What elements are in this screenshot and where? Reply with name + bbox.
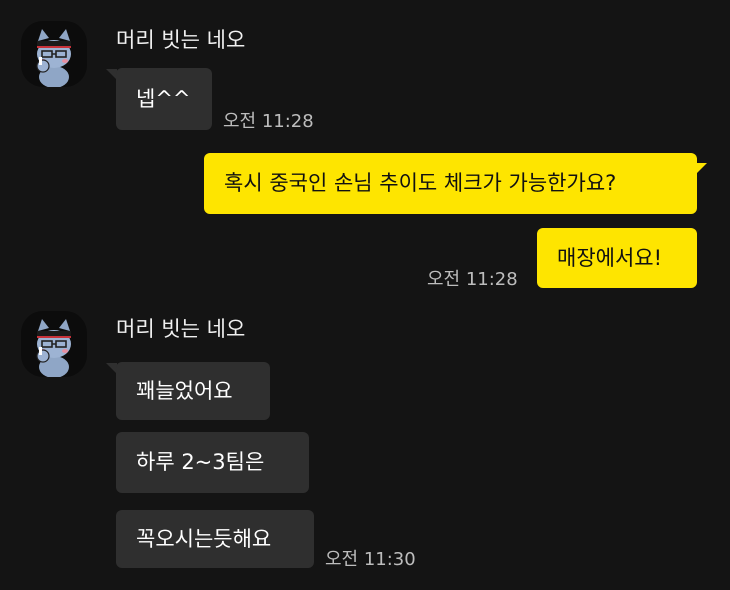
neo-character-avatar-icon: [36, 319, 71, 377]
sender-name: 머리 빗는 네오: [116, 28, 246, 52]
sender-avatar[interactable]: [21, 21, 87, 87]
message-timestamp: 오전 11:28: [223, 111, 314, 132]
message-bubble[interactable]: 꽤늘었어요: [116, 362, 270, 420]
message-bubble[interactable]: 하루 2~3팀은: [116, 432, 309, 493]
sender-name: 머리 빗는 네오: [116, 317, 246, 341]
neo-character-avatar-icon: [36, 29, 71, 87]
message-bubble[interactable]: 매장에서요!: [537, 228, 697, 288]
message-timestamp: 오전 11:30: [325, 549, 416, 570]
message-bubble[interactable]: 꼭오시는듯해요: [116, 510, 314, 568]
sender-avatar[interactable]: [21, 311, 87, 377]
message-bubble[interactable]: 혹시 중국인 손님 추이도 체크가 가능한가요?: [204, 153, 697, 214]
bubble-tail: [696, 163, 707, 174]
message-bubble[interactable]: 넵^^: [116, 68, 212, 130]
message-timestamp: 오전 11:28: [427, 269, 518, 290]
